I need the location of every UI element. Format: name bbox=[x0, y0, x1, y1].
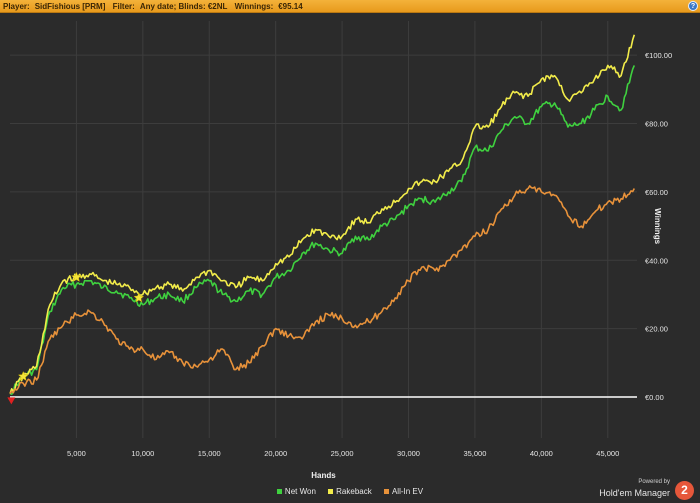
x-tick-label: 40,000 bbox=[530, 449, 553, 458]
chart-grid bbox=[10, 21, 637, 438]
series-line-rakeback bbox=[9, 34, 636, 394]
winnings-chart: 5,000 10,000 15,000 20,000 25,000 30,000 35,00… bbox=[7, 21, 672, 480]
x-tick-label: 45,000 bbox=[596, 449, 619, 458]
legend-swatch-all-in-ev bbox=[383, 489, 389, 494]
hem2-branding: Powered by Hold'em Manager 2 bbox=[586, 478, 696, 502]
y-tick-label: €80.00 bbox=[645, 120, 668, 129]
filter-label: Filter: bbox=[112, 2, 135, 11]
x-tick-label: 10,000 bbox=[131, 449, 154, 458]
legend-item-rakeback[interactable]: Rakeback bbox=[328, 487, 372, 496]
legend-label-all-in-ev: All-In EV bbox=[391, 487, 424, 496]
x-tick-label: 25,000 bbox=[331, 449, 354, 458]
y-tick-label: €0.00 bbox=[645, 393, 664, 402]
chart-series bbox=[9, 34, 636, 395]
powered-by-text: Powered by bbox=[638, 479, 670, 485]
filter-bar: Player: SidFishious [PRM] Filter: Any date… bbox=[0, 0, 700, 13]
x-tick-label: 30,000 bbox=[397, 449, 420, 458]
legend-item-all-in-ev[interactable]: All-In EV bbox=[383, 487, 424, 496]
y-axis-title: Winnings bbox=[653, 208, 662, 244]
y-tick-label: €20.00 bbox=[645, 325, 668, 334]
x-tick-label: 35,000 bbox=[463, 449, 486, 458]
legend-label-rakeback: Rakeback bbox=[336, 487, 372, 496]
x-tick-label: 20,000 bbox=[264, 449, 287, 458]
player-label: Player: bbox=[3, 2, 30, 11]
product-name: Hold'em Manager bbox=[599, 488, 670, 498]
player-value: SidFishious [PRM] bbox=[34, 2, 106, 11]
series-line-all-in-ev bbox=[9, 185, 636, 395]
legend-item-net-won[interactable]: Net Won bbox=[276, 487, 316, 496]
chart-markers bbox=[7, 271, 145, 405]
hem2-logo-icon: 2 bbox=[675, 481, 694, 500]
legend-swatch-rakeback bbox=[328, 489, 334, 494]
x-tick-label: 5,000 bbox=[67, 449, 86, 458]
y-tick-label: €40.00 bbox=[645, 256, 668, 265]
y-tick-label: €60.00 bbox=[645, 188, 668, 197]
down-triangle-marker-icon bbox=[7, 397, 16, 405]
winnings-label: Winnings: bbox=[234, 2, 274, 11]
x-tick-label: 15,000 bbox=[198, 449, 221, 458]
x-axis-title: Hands bbox=[311, 471, 336, 480]
filter-value: Any date; Blinds: €2NL bbox=[139, 2, 228, 11]
help-icon[interactable]: ? bbox=[688, 1, 698, 11]
y-tick-label: €100.00 bbox=[645, 51, 672, 60]
winnings-value: €95.14 bbox=[278, 2, 303, 11]
legend-swatch-net-won bbox=[276, 489, 282, 494]
series-line-net-won bbox=[9, 65, 636, 395]
legend-label-net-won: Net Won bbox=[284, 487, 316, 496]
